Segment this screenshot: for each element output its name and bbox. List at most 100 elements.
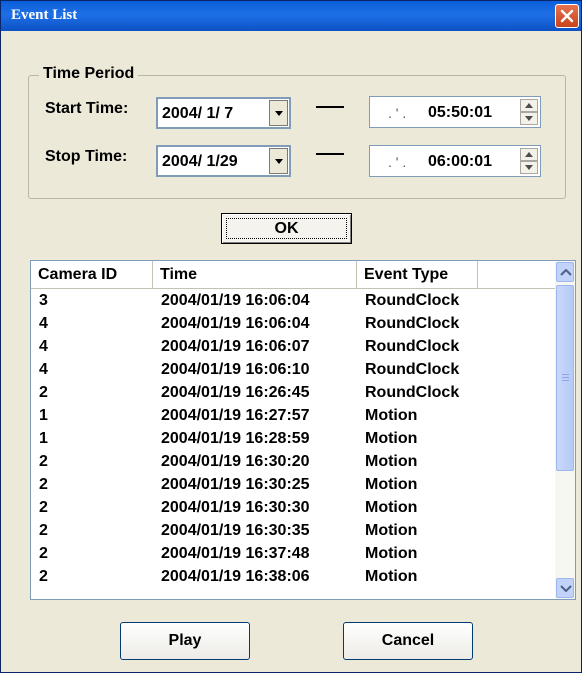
ok-button[interactable]: OK [221,213,352,244]
cell-event-type: Motion [365,453,418,470]
stop-date-combo[interactable]: 2004/ 1/29 [156,145,291,177]
start-time-spinner[interactable]: . ' . 05:50:01 [369,96,541,128]
stop-time-spinner[interactable]: . ' . 06:00:01 [369,145,541,177]
cell-time: 2004/01/19 16:06:04 [161,292,310,309]
cell-camera-id: 2 [39,499,48,516]
cell-camera-id: 4 [39,338,48,355]
cell-camera-id: 2 [39,522,48,539]
cell-time: 2004/01/19 16:06:07 [161,338,310,355]
start-time-up-button[interactable] [520,99,538,112]
list-row[interactable]: 4 2004/01/19 16:06:10 RoundClock [31,359,549,382]
cell-time: 2004/01/19 16:26:45 [161,384,310,401]
scroll-up-button[interactable] [556,262,574,282]
window-title: Event List [11,7,78,23]
time-period-group [28,75,566,199]
ok-button-label: OK [226,218,347,239]
stop-time-date-part: . ' . [388,154,407,170]
event-list[interactable]: Camera ID Time Event Type 3 2004/01/19 16… [30,260,576,600]
close-button[interactable] [555,4,579,28]
cell-event-type: RoundClock [365,361,460,378]
cell-event-type: RoundClock [365,384,460,401]
cell-camera-id: 2 [39,568,48,585]
chevron-down-icon [525,165,533,170]
cell-camera-id: 2 [39,476,48,493]
stop-date-value: 2004/ 1/29 [162,153,238,170]
cell-time: 2004/01/19 16:30:30 [161,499,310,516]
cell-event-type: Motion [365,430,418,447]
title-bar[interactable]: Event List [1,1,581,31]
cell-event-type: Motion [365,499,418,516]
cell-time: 2004/01/19 16:06:10 [161,361,310,378]
cell-camera-id: 1 [39,407,48,424]
list-row[interactable]: 1 2004/01/19 16:28:59 Motion [31,428,549,451]
cell-time: 2004/01/19 16:28:59 [161,430,310,447]
scroll-down-button[interactable] [556,578,574,598]
stop-range-dash [316,153,344,155]
start-time-date-part: . ' . [388,105,407,121]
cell-camera-id: 1 [39,430,48,447]
cell-camera-id: 2 [39,545,48,562]
cell-camera-id: 2 [39,384,48,401]
list-row[interactable]: 3 2004/01/19 16:06:04 RoundClock [31,290,549,313]
list-row[interactable]: 2 2004/01/19 16:30:30 Motion [31,497,549,520]
column-header-event-type[interactable]: Event Type [357,261,478,289]
chevron-up-icon [525,152,533,157]
cell-event-type: Motion [365,476,418,493]
list-row[interactable]: 2 2004/01/19 16:30:35 Motion [31,520,549,543]
list-row[interactable]: 2 2004/01/19 16:38:06 Motion [31,566,549,589]
stop-time-label: Stop Time: [45,148,128,165]
cell-event-type: RoundClock [365,292,460,309]
stop-date-dropdown-button[interactable] [269,148,288,174]
cell-event-type: Motion [365,522,418,539]
list-row[interactable]: 2 2004/01/19 16:30:25 Motion [31,474,549,497]
list-row[interactable]: 4 2004/01/19 16:06:07 RoundClock [31,336,549,359]
chevron-down-icon [275,159,283,164]
stop-time-down-button[interactable] [520,161,538,174]
start-range-dash [316,106,344,108]
cell-time: 2004/01/19 16:30:35 [161,522,310,539]
play-button[interactable]: Play [120,622,250,660]
scroll-thumb[interactable] [556,285,574,471]
cell-event-type: RoundClock [365,338,460,355]
cell-time: 2004/01/19 16:27:57 [161,407,310,424]
start-date-dropdown-button[interactable] [269,100,288,126]
chevron-down-icon [275,111,283,116]
vertical-scrollbar[interactable] [555,261,575,599]
list-row[interactable]: 4 2004/01/19 16:06:04 RoundClock [31,313,549,336]
cell-event-type: Motion [365,407,418,424]
cell-time: 2004/01/19 16:30:20 [161,453,310,470]
cell-camera-id: 4 [39,315,48,332]
list-row[interactable]: 2 2004/01/19 16:26:45 RoundClock [31,382,549,405]
stop-time-value[interactable]: 06:00:01 [428,153,492,171]
column-header-time[interactable]: Time [153,261,357,289]
cell-time: 2004/01/19 16:37:48 [161,545,310,562]
list-row[interactable]: 2 2004/01/19 16:37:48 Motion [31,543,549,566]
close-icon [560,9,574,23]
time-period-legend: Time Period [39,65,139,83]
cancel-button[interactable]: Cancel [343,622,473,660]
stop-time-up-button[interactable] [520,148,538,161]
cell-camera-id: 4 [39,361,48,378]
start-time-down-button[interactable] [520,112,538,125]
chevron-up-icon [525,103,533,108]
start-time-label: Start Time: [45,100,129,117]
start-date-value: 2004/ 1/ 7 [162,105,234,122]
cell-event-type: Motion [365,568,418,585]
column-header-camera-id[interactable]: Camera ID [31,261,153,289]
chevron-down-icon [560,585,572,592]
list-header: Camera ID Time Event Type [31,261,557,289]
cell-time: 2004/01/19 16:06:04 [161,315,310,332]
list-row[interactable]: 2 2004/01/19 16:30:20 Motion [31,451,549,474]
cell-event-type: RoundClock [365,315,460,332]
start-date-combo[interactable]: 2004/ 1/ 7 [156,97,291,129]
chevron-up-icon [560,269,572,276]
cell-time: 2004/01/19 16:38:06 [161,568,310,585]
chevron-down-icon [525,116,533,121]
list-body: 3 2004/01/19 16:06:04 RoundClock 4 2004/01/1… [31,290,549,589]
cell-event-type: Motion [365,545,418,562]
cell-camera-id: 2 [39,453,48,470]
list-row[interactable]: 1 2004/01/19 16:27:57 Motion [31,405,549,428]
start-time-value[interactable]: 05:50:01 [428,104,492,122]
cell-time: 2004/01/19 16:30:25 [161,476,310,493]
cell-camera-id: 3 [39,292,48,309]
